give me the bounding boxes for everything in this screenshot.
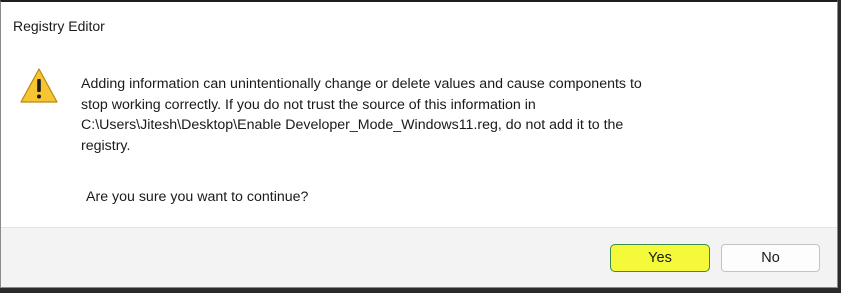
confirm-question: Are you sure you want to continue? [86, 189, 309, 205]
message-line: stop working correctly. If you do not tr… [81, 96, 536, 113]
dialog-title: Registry Editor [13, 18, 105, 34]
message-line: C:\Users\Jitesh\Desktop\Enable Developer… [81, 117, 624, 133]
warning-icon [20, 68, 58, 103]
message-line: Adding information can unintentionally c… [81, 76, 642, 92]
warning-message: Adding information can unintentionally c… [81, 74, 821, 156]
yes-button[interactable]: Yes [610, 244, 710, 272]
button-bar: Yes No [1, 227, 837, 287]
message-line: registry. [81, 137, 131, 154]
registry-editor-dialog: Registry Editor Adding information can u… [0, 0, 838, 288]
no-button[interactable]: No [721, 244, 820, 272]
